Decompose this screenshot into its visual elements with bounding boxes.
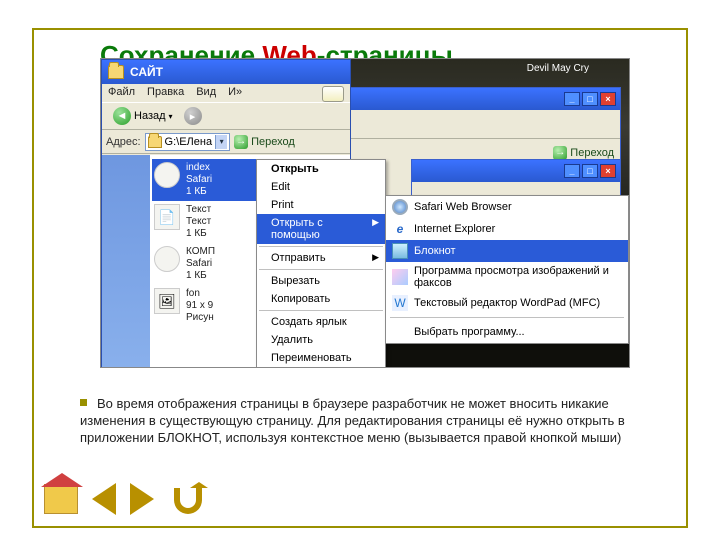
separator — [390, 317, 624, 318]
address-bar: Адрес: G:\ЕЛена ▾ →Переход — [102, 130, 350, 154]
menu-bar[interactable]: Файл Правка Вид И» — [102, 84, 350, 102]
go-button[interactable]: →Переход — [553, 146, 614, 160]
minimize-button[interactable]: _ — [564, 92, 580, 106]
next-slide-button[interactable] — [130, 483, 154, 515]
separator — [259, 246, 383, 247]
minimize-button[interactable]: _ — [564, 164, 580, 178]
close-button[interactable]: × — [600, 164, 616, 178]
menu-open[interactable]: Открыть — [257, 160, 385, 178]
menu-edit[interactable]: Правка — [147, 86, 184, 100]
submenu-arrow-icon: ▶ — [372, 217, 379, 228]
separator — [259, 310, 383, 311]
dropdown-icon[interactable]: ▾ — [169, 112, 173, 121]
menu-more[interactable]: И» — [228, 86, 242, 100]
safari-icon — [392, 199, 408, 215]
submenu-choose[interactable]: Выбрать программу... — [386, 321, 628, 343]
maximize-button[interactable]: □ — [582, 164, 598, 178]
separator — [259, 269, 383, 270]
menu-print[interactable]: Print — [257, 196, 385, 214]
slide-paragraph: Во время отображения страницы в браузере… — [80, 395, 660, 446]
window-title: САЙТ — [130, 65, 163, 79]
safari-doc-icon — [154, 246, 180, 272]
menu-edit[interactable]: Edit — [257, 178, 385, 196]
go-button[interactable]: →Переход — [234, 135, 295, 149]
paragraph-text: Во время отображения страницы в браузере… — [80, 396, 625, 445]
open-with-submenu[interactable]: Safari Web Browser eInternet Explorer Бл… — [385, 195, 629, 344]
toolbar: ◄ Назад ▾ ▸ — [102, 102, 350, 130]
text-doc-icon: 📄 — [154, 204, 180, 230]
submenu-safari[interactable]: Safari Web Browser — [386, 196, 628, 218]
submenu-notepad[interactable]: Блокнот — [386, 240, 628, 262]
submenu-ie[interactable]: eInternet Explorer — [386, 218, 628, 240]
menu-view[interactable]: Вид — [196, 86, 216, 100]
forward-button[interactable]: ▸ — [184, 107, 202, 125]
menu-open-with[interactable]: Открыть с помощью▶ — [257, 214, 385, 244]
address-value: G:\ЕЛена — [165, 136, 213, 148]
menu-rename[interactable]: Переименовать — [257, 349, 385, 367]
folder-icon — [148, 136, 162, 148]
screenshot-stage: Devil May Cry _ □ × » →Переход _ □ × САЙ… — [100, 58, 630, 368]
xp-logo-icon — [322, 86, 344, 102]
close-button[interactable]: × — [600, 92, 616, 106]
maximize-button[interactable]: □ — [582, 92, 598, 106]
menu-delete[interactable]: Удалить — [257, 331, 385, 349]
submenu-arrow-icon: ▶ — [372, 252, 379, 263]
blank-icon — [392, 324, 408, 340]
back-icon: ◄ — [113, 107, 131, 125]
image-icon: 🖼 — [154, 288, 180, 314]
submenu-wordpad[interactable]: WТекстовый редактор WordPad (MFC) — [386, 292, 628, 314]
safari-doc-icon — [154, 162, 180, 188]
menu-cut[interactable]: Вырезать — [257, 272, 385, 290]
home-button[interactable] — [44, 484, 78, 514]
explorer-titlebar[interactable]: САЙТ — [102, 60, 350, 84]
return-button[interactable] — [168, 482, 208, 516]
wordpad-icon: W — [392, 295, 408, 311]
dropdown-icon[interactable]: ▾ — [215, 135, 227, 149]
image-viewer-icon — [392, 269, 408, 285]
ie-icon: e — [392, 221, 408, 237]
menu-shortcut[interactable]: Создать ярлык — [257, 313, 385, 331]
menu-send-to[interactable]: Отправить▶ — [257, 249, 385, 267]
address-label: Адрес: — [106, 136, 141, 148]
bullet-icon — [80, 399, 87, 406]
folder-icon — [108, 65, 124, 79]
back-label: Назад — [134, 110, 166, 122]
win3-titlebar[interactable]: _ □ × — [412, 160, 620, 182]
menu-copy[interactable]: Копировать — [257, 290, 385, 308]
back-button[interactable]: ◄ Назад ▾ — [106, 104, 180, 128]
context-menu[interactable]: Открыть Edit Print Открыть с помощью▶ От… — [256, 159, 386, 368]
menu-file[interactable]: Файл — [108, 86, 135, 100]
tasks-pane[interactable] — [102, 155, 150, 368]
submenu-image-viewer[interactable]: Программа просмотра изображений и факсов — [386, 262, 628, 292]
desktop-label: Devil May Cry — [527, 63, 589, 74]
go-icon: → — [234, 135, 248, 149]
address-combo[interactable]: G:\ЕЛена ▾ — [145, 133, 231, 151]
notepad-icon — [392, 243, 408, 259]
slide-nav — [44, 482, 208, 516]
prev-slide-button[interactable] — [92, 483, 116, 515]
